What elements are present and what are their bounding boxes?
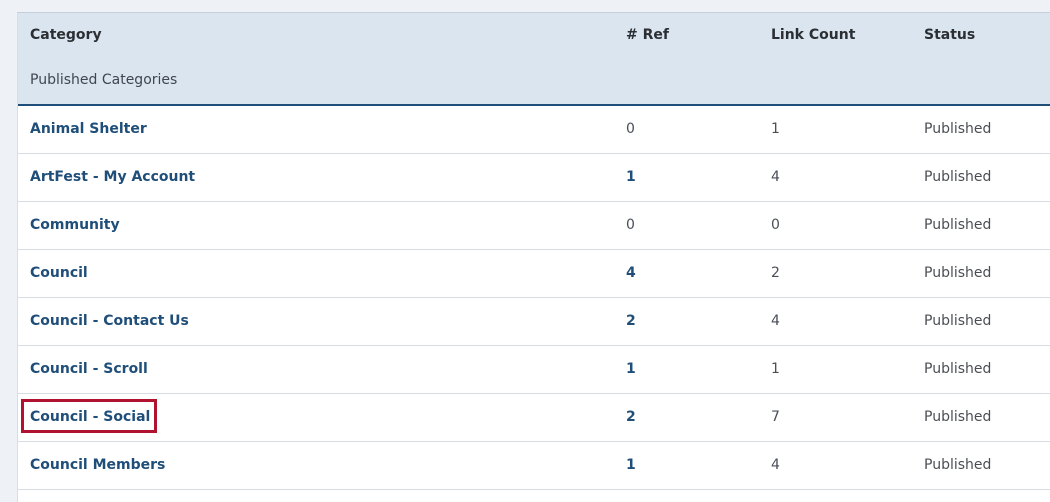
- category-link[interactable]: Council - Scroll: [30, 361, 148, 377]
- status-text: Published: [924, 409, 992, 425]
- table-row: Council - Contact Us 2 4 Published: [18, 298, 1050, 346]
- link-count: 0: [771, 217, 780, 233]
- link-count: 1: [771, 121, 780, 137]
- table-row: Council 4 2 Published: [18, 250, 1050, 298]
- link-count: 4: [771, 313, 780, 329]
- status-text: Published: [924, 361, 992, 377]
- ref-count-link[interactable]: 1: [626, 361, 636, 377]
- link-count: 4: [771, 457, 780, 473]
- link-count: 4: [771, 169, 780, 185]
- ref-count-link[interactable]: 2: [626, 409, 636, 425]
- table-header: Category # Ref Link Count Status Publish…: [18, 13, 1050, 106]
- table-row: Community 0 0 Published: [18, 202, 1050, 250]
- column-header-category[interactable]: Category: [30, 27, 102, 43]
- status-text: Published: [924, 265, 992, 281]
- ref-count-link[interactable]: 2: [626, 313, 636, 329]
- category-link[interactable]: Council: [30, 265, 88, 281]
- link-count: 7: [771, 409, 780, 425]
- status-text: Published: [924, 121, 992, 137]
- category-link[interactable]: Community: [30, 217, 120, 233]
- category-link[interactable]: Animal Shelter: [30, 121, 147, 137]
- table-row: Animal Shelter 0 1 Published: [18, 106, 1050, 154]
- status-text: Published: [924, 217, 992, 233]
- column-header-ref[interactable]: # Ref: [626, 27, 669, 43]
- ref-count-link[interactable]: 1: [626, 457, 636, 473]
- category-link[interactable]: Council - Contact Us: [30, 313, 189, 329]
- table-row: ArtFest - My Account 1 4 Published: [18, 154, 1050, 202]
- category-link[interactable]: Council - Social: [30, 409, 150, 425]
- column-header-link-count[interactable]: Link Count: [771, 27, 855, 43]
- ref-count-link[interactable]: 4: [626, 265, 636, 281]
- status-text: Published: [924, 313, 992, 329]
- category-link[interactable]: ArtFest - My Account: [30, 169, 195, 185]
- status-text: Published: [924, 169, 992, 185]
- status-text: Published: [924, 457, 992, 473]
- group-label-published-categories: Published Categories: [30, 72, 178, 88]
- table-row: Council - Scroll 1 1 Published: [18, 346, 1050, 394]
- table-row: Council Members 1 4 Published: [18, 442, 1050, 490]
- link-count: 2: [771, 265, 780, 281]
- table-row: Council - Social 2 7 Published: [18, 394, 1050, 442]
- ref-count: 0: [626, 121, 635, 137]
- link-count: 1: [771, 361, 780, 377]
- ref-count-link[interactable]: 1: [626, 169, 636, 185]
- ref-count: 0: [626, 217, 635, 233]
- category-link[interactable]: Council Members: [30, 457, 165, 473]
- categories-table: Category # Ref Link Count Status Publish…: [17, 12, 1050, 502]
- column-header-status[interactable]: Status: [924, 27, 975, 43]
